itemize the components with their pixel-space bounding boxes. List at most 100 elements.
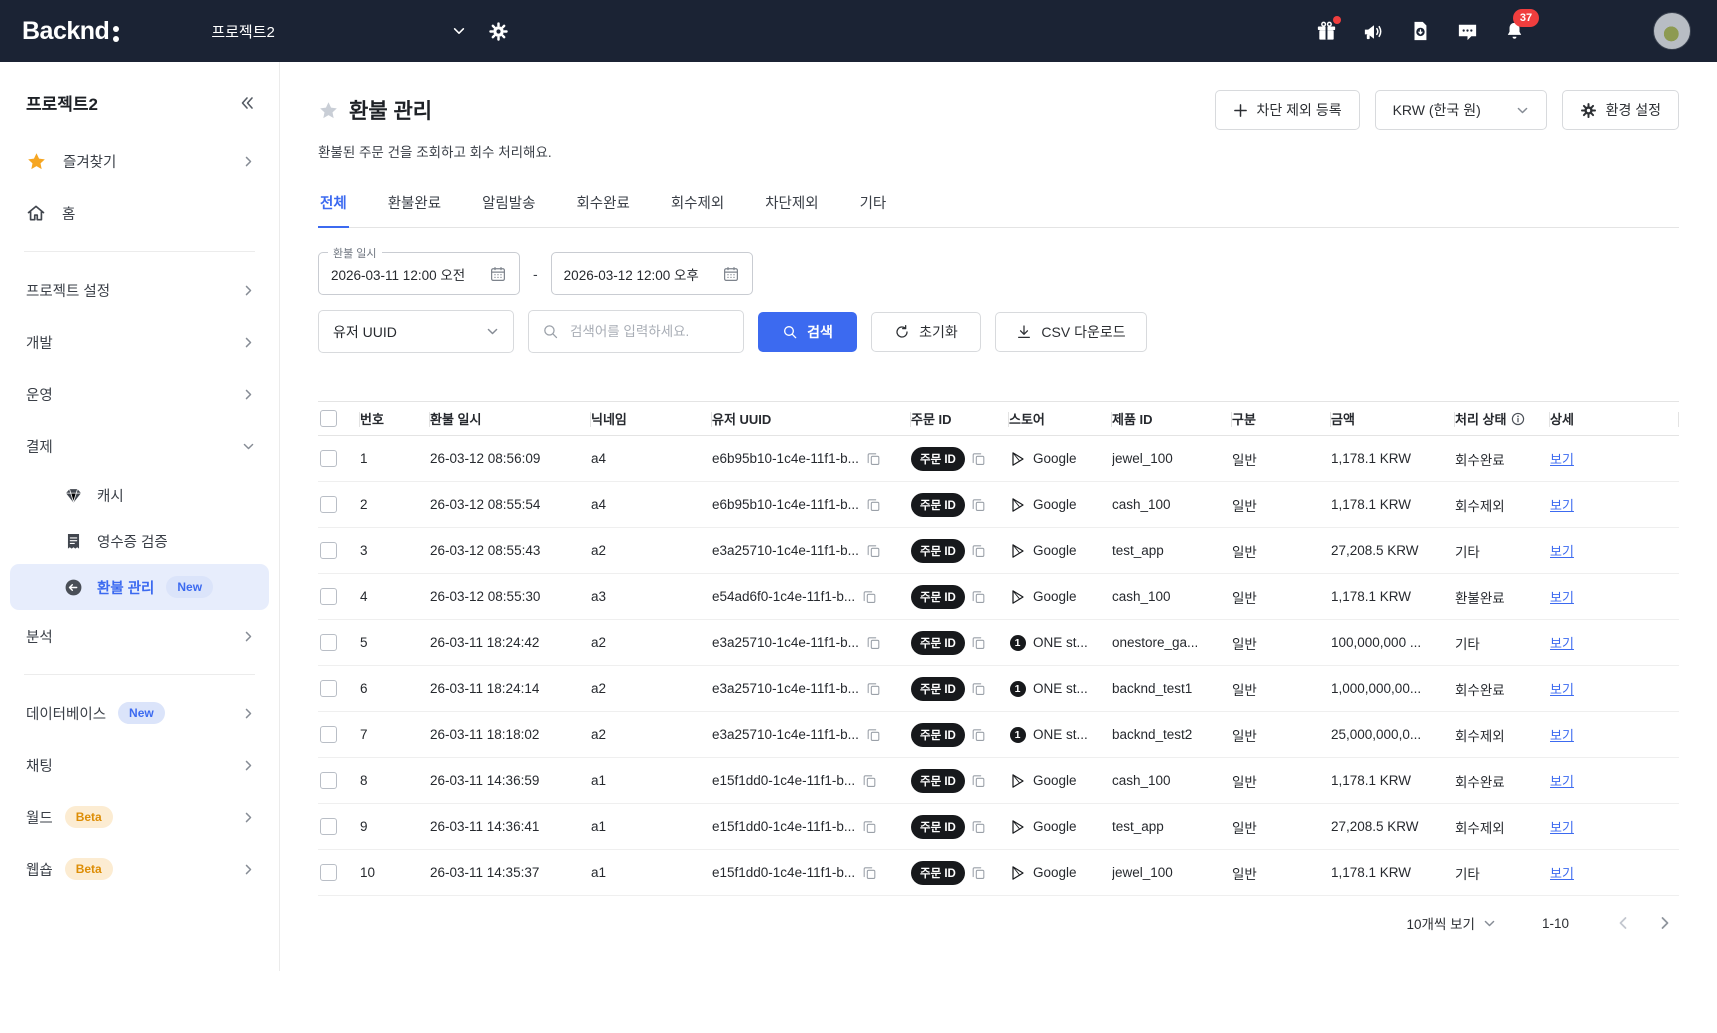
date-to-input[interactable]: 2026-03-12 12:00 오후 xyxy=(551,252,753,295)
calendar-icon[interactable] xyxy=(722,265,740,283)
sidebar-item-analytics[interactable]: 분석 xyxy=(0,610,279,662)
copy-icon[interactable] xyxy=(862,589,877,604)
copy-icon[interactable] xyxy=(971,681,986,696)
tab-recovery-complete[interactable]: 회수완료 xyxy=(574,192,631,227)
environment-settings-button[interactable]: 환경 설정 xyxy=(1562,90,1679,130)
gift-icon[interactable] xyxy=(1313,18,1339,44)
sidebar-item-payments[interactable]: 결제 xyxy=(0,420,279,472)
copy-icon[interactable] xyxy=(862,773,877,788)
copy-icon[interactable] xyxy=(971,635,986,650)
detail-view-link[interactable]: 보기 xyxy=(1550,817,1574,836)
bell-icon[interactable]: 37 xyxy=(1501,18,1527,44)
copy-icon[interactable] xyxy=(862,819,877,834)
row-checkbox[interactable] xyxy=(320,772,337,789)
order-id-pill[interactable]: 주문 ID xyxy=(911,539,965,563)
copy-icon[interactable] xyxy=(866,543,881,558)
sidebar-item-favorites[interactable]: 즐겨찾기 xyxy=(0,135,279,187)
info-icon[interactable] xyxy=(1511,412,1525,426)
sidebar-item-database[interactable]: 데이터베이스 New xyxy=(0,687,279,739)
search-input[interactable] xyxy=(568,323,730,340)
copy-icon[interactable] xyxy=(971,497,986,512)
csv-download-button[interactable]: CSV 다운로드 xyxy=(995,312,1147,352)
sidebar-item-cash[interactable]: 캐시 xyxy=(0,472,279,518)
backnd-logo[interactable]: Backnd xyxy=(22,17,119,46)
detail-view-link[interactable]: 보기 xyxy=(1550,449,1574,468)
order-id-pill[interactable]: 주문 ID xyxy=(911,447,965,471)
tab-other[interactable]: 기타 xyxy=(858,192,889,227)
tab-notification-sent[interactable]: 알림발송 xyxy=(480,192,537,227)
sidebar-item-webshop[interactable]: 웹숍 Beta xyxy=(0,843,279,895)
detail-view-link[interactable]: 보기 xyxy=(1550,587,1574,606)
tab-all[interactable]: 전체 xyxy=(318,192,349,228)
sidebar-item-chat[interactable]: 채팅 xyxy=(0,739,279,791)
project-selector[interactable]: 프로젝트2 xyxy=(211,21,466,42)
copy-icon[interactable] xyxy=(971,589,986,604)
row-checkbox[interactable] xyxy=(320,496,337,513)
row-checkbox[interactable] xyxy=(320,450,337,467)
reset-button[interactable]: 초기화 xyxy=(871,312,981,352)
date-from-input[interactable]: 환불 일시 2026-03-11 12:00 오전 xyxy=(318,252,520,295)
copy-icon[interactable] xyxy=(866,681,881,696)
tab-recovery-excluded[interactable]: 회수제외 xyxy=(669,192,726,227)
favorite-star-icon[interactable] xyxy=(318,100,339,121)
row-checkbox[interactable] xyxy=(320,726,337,743)
detail-view-link[interactable]: 보기 xyxy=(1550,771,1574,790)
row-checkbox[interactable] xyxy=(320,542,337,559)
copy-icon[interactable] xyxy=(866,497,881,512)
order-id-pill[interactable]: 주문 ID xyxy=(911,815,965,839)
detail-view-link[interactable]: 보기 xyxy=(1550,863,1574,882)
row-checkbox[interactable] xyxy=(320,864,337,881)
copy-icon[interactable] xyxy=(971,773,986,788)
avatar[interactable] xyxy=(1653,12,1691,50)
detail-view-link[interactable]: 보기 xyxy=(1550,495,1574,514)
order-id-pill[interactable]: 주문 ID xyxy=(911,631,965,655)
detail-view-link[interactable]: 보기 xyxy=(1550,633,1574,652)
sidebar-item-receipt-verification[interactable]: 영수증 검증 xyxy=(0,518,279,564)
tab-block-excluded[interactable]: 차단제외 xyxy=(763,192,820,227)
copy-icon[interactable] xyxy=(971,543,986,558)
next-page-button[interactable] xyxy=(1657,915,1673,931)
select-all-checkbox[interactable] xyxy=(320,410,337,427)
copy-icon[interactable] xyxy=(971,727,986,742)
copy-icon[interactable] xyxy=(866,635,881,650)
order-id-pill[interactable]: 주문 ID xyxy=(911,723,965,747)
search-button[interactable]: 검색 xyxy=(758,312,857,352)
chat-icon[interactable] xyxy=(1454,18,1480,44)
copy-icon[interactable] xyxy=(866,727,881,742)
megaphone-icon[interactable] xyxy=(1360,18,1386,44)
sidebar-item-operations[interactable]: 운영 xyxy=(0,368,279,420)
search-type-select[interactable]: 유저 UUID xyxy=(318,310,514,353)
detail-view-link[interactable]: 보기 xyxy=(1550,679,1574,698)
page-size-select[interactable]: 10개씩 보기 xyxy=(1407,913,1496,933)
sidebar-item-project-settings[interactable]: 프로젝트 설정 xyxy=(0,264,279,316)
order-id-pill[interactable]: 주문 ID xyxy=(911,769,965,793)
previous-page-button[interactable] xyxy=(1615,915,1631,931)
row-checkbox[interactable] xyxy=(320,818,337,835)
sidebar-item-home[interactable]: 홈 xyxy=(0,187,279,239)
sidebar-item-development[interactable]: 개발 xyxy=(0,316,279,368)
order-id-pill[interactable]: 주문 ID xyxy=(911,585,965,609)
copy-icon[interactable] xyxy=(971,819,986,834)
order-id-pill[interactable]: 주문 ID xyxy=(911,493,965,517)
row-checkbox[interactable] xyxy=(320,680,337,697)
row-checkbox[interactable] xyxy=(320,588,337,605)
tab-refund-complete[interactable]: 환불완료 xyxy=(386,192,443,227)
docs-icon[interactable] xyxy=(1407,18,1433,44)
row-checkbox[interactable] xyxy=(320,634,337,651)
detail-view-link[interactable]: 보기 xyxy=(1550,725,1574,744)
block-exclude-register-button[interactable]: 차단 제외 등록 xyxy=(1215,90,1360,130)
copy-icon[interactable] xyxy=(862,865,877,880)
project-settings-gear-icon[interactable] xyxy=(488,21,509,42)
double-chevron-left-icon[interactable] xyxy=(239,95,255,111)
sidebar-item-refund-management[interactable]: 환불 관리 New xyxy=(10,564,269,610)
calendar-icon[interactable] xyxy=(489,265,507,283)
order-id-pill[interactable]: 주문 ID xyxy=(911,861,965,885)
copy-icon[interactable] xyxy=(971,865,986,880)
currency-select[interactable]: KRW (한국 원) xyxy=(1375,90,1547,130)
order-id-pill[interactable]: 주문 ID xyxy=(911,677,965,701)
sidebar-item-world[interactable]: 월드 Beta xyxy=(0,791,279,843)
copy-icon[interactable] xyxy=(866,451,881,466)
detail-view-link[interactable]: 보기 xyxy=(1550,541,1574,560)
refund-date: 26-03-11 18:18:02 xyxy=(430,727,591,742)
copy-icon[interactable] xyxy=(971,451,986,466)
